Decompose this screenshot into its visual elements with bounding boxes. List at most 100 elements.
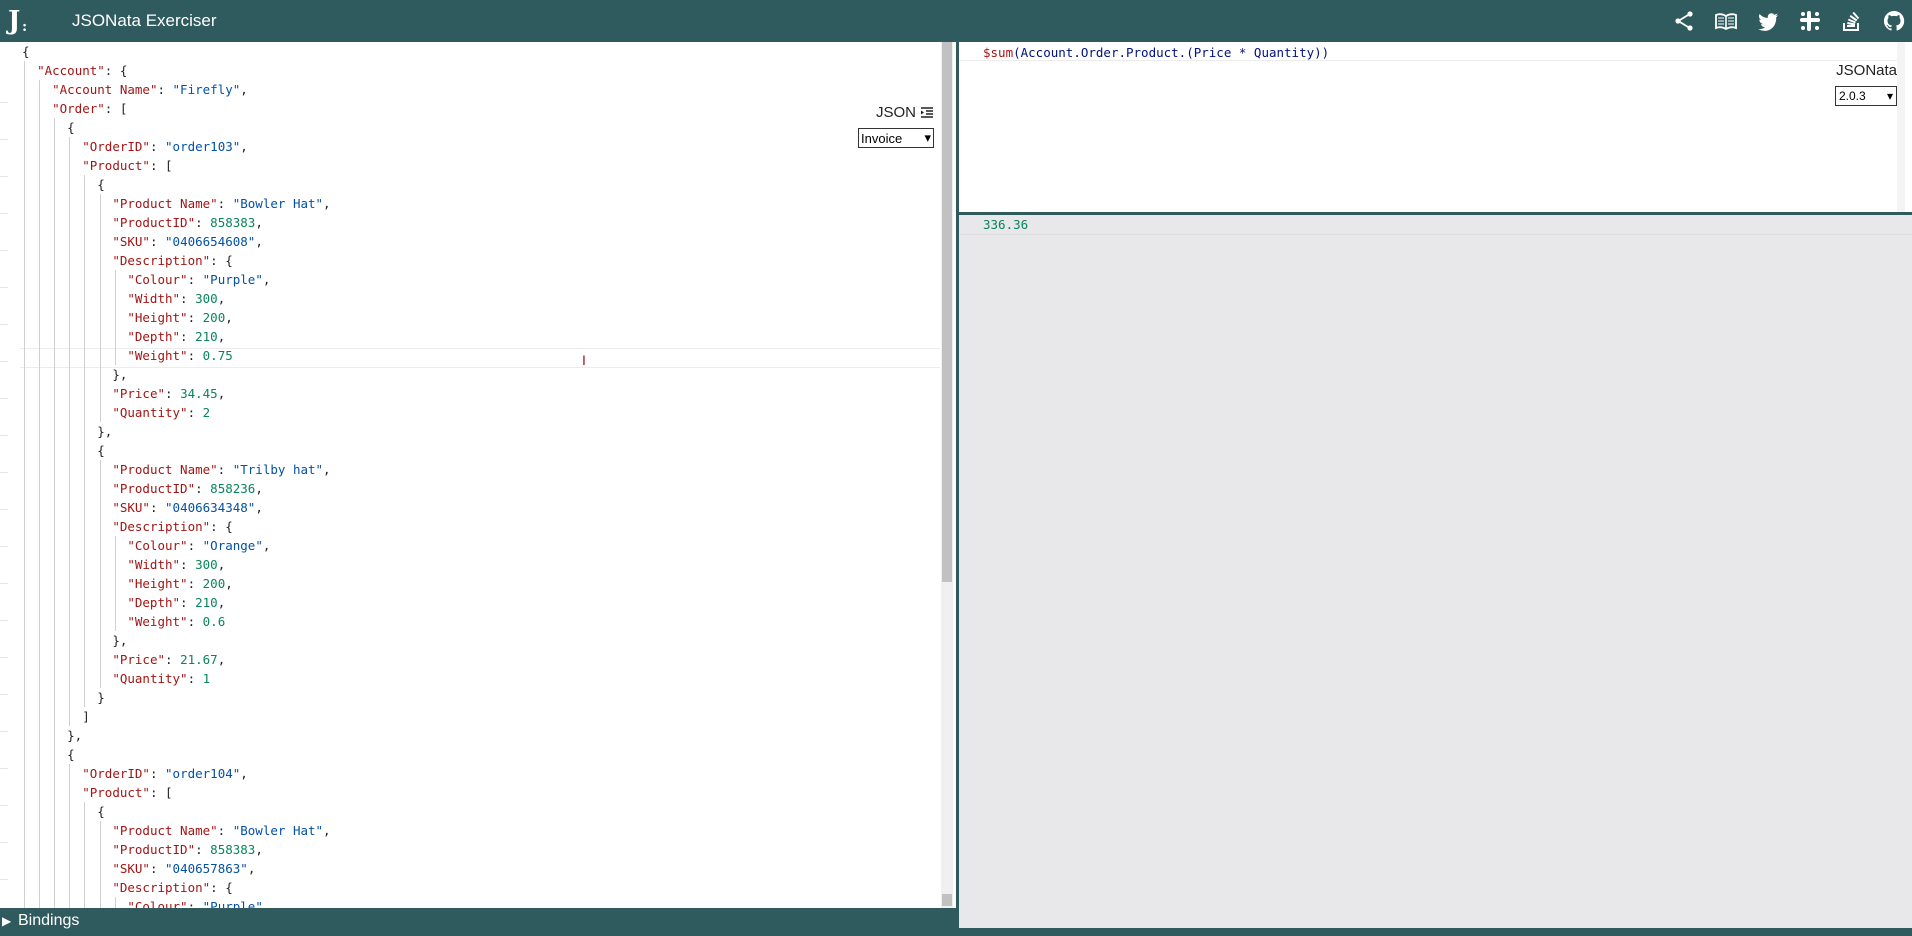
expression-function: $sum [983, 45, 1014, 60]
code-line[interactable]: "OrderID": "order104", [22, 764, 331, 783]
code-line[interactable]: }, [22, 365, 331, 384]
code-line[interactable]: { [22, 745, 331, 764]
gutter-tick [0, 805, 8, 806]
app-title: JSONata Exerciser [72, 11, 217, 30]
json-code[interactable]: { "Account": { "Account Name": "Firefly"… [22, 42, 331, 908]
json-editor-scrollbar[interactable] [941, 42, 953, 908]
code-line[interactable]: "ProductID": 858383, [22, 840, 331, 859]
scrollbar-thumb[interactable] [942, 42, 952, 582]
code-line[interactable]: "Weight": 0.75 [22, 346, 331, 365]
code-line[interactable]: }, [22, 631, 331, 650]
code-line[interactable]: "Product Name": "Bowler Hat", [22, 821, 330, 840]
code-line[interactable]: "Quantity": 1 [22, 669, 331, 688]
gutter-tick [0, 694, 8, 695]
code-line[interactable]: { [22, 441, 331, 460]
github-icon[interactable] [1882, 9, 1906, 33]
gutter-tick [0, 546, 8, 547]
gutter-tick [0, 620, 8, 621]
sample-data-select[interactable]: Invoice ▾ [858, 128, 934, 148]
bottom-strip [959, 928, 1912, 936]
format-icon[interactable] [920, 106, 934, 120]
code-line[interactable]: "Price": 34.45, [22, 384, 331, 403]
code-line[interactable]: "Width": 300, [22, 555, 331, 574]
code-line[interactable]: "ProductID": 858236, [22, 479, 331, 498]
code-line[interactable]: "Width": 300, [22, 289, 331, 308]
gutter-tick [0, 768, 8, 769]
version-select[interactable]: 2.0.3 ▾ [1835, 86, 1897, 106]
share-icon[interactable] [1672, 9, 1696, 33]
code-line[interactable]: "Depth": 210, [22, 593, 331, 612]
scrollbar-arrow[interactable] [942, 894, 952, 906]
code-line[interactable]: "Price": 21.67, [22, 650, 331, 669]
book-icon[interactable] [1714, 9, 1738, 33]
code-line[interactable]: { [22, 118, 331, 137]
jsonata-label: JSONata [1836, 62, 1897, 79]
code-line[interactable]: "Account": { [22, 61, 331, 80]
expression-body: (Account.Order.Product.(Price * Quantity… [1013, 45, 1330, 60]
code-line[interactable]: } [22, 688, 331, 707]
code-line[interactable]: "Height": 200, [22, 308, 331, 327]
code-line[interactable]: "Order": [ [22, 99, 331, 118]
json-label-text: JSON [875, 104, 916, 121]
triangle-right-icon: ▶ [2, 914, 12, 928]
code-line[interactable]: "Product": [ [22, 783, 331, 802]
bindings-toggle[interactable]: ▶ Bindings [0, 908, 956, 936]
chevron-down-icon: ▾ [1886, 89, 1893, 103]
gutter-tick [0, 731, 8, 732]
gutter-tick [0, 583, 8, 584]
header-icons [1672, 9, 1906, 33]
result-panel: 336.36 [959, 215, 1912, 928]
code-line[interactable]: "Height": 200, [22, 574, 331, 593]
code-line[interactable]: "Description": { [22, 251, 331, 270]
code-line[interactable]: }, [22, 422, 331, 441]
code-line[interactable]: { [22, 802, 331, 821]
code-line[interactable]: "SKU": "0406634348", [22, 498, 331, 517]
code-line[interactable]: "Colour": "Purple", [22, 270, 331, 289]
gutter-tick [0, 250, 8, 251]
code-line[interactable]: ] [22, 707, 331, 726]
jsonata-logo[interactable]: J: [8, 6, 30, 36]
gutter-tick [0, 435, 8, 436]
gutter-tick [0, 102, 8, 103]
code-line[interactable]: "Colour": "Orange", [22, 536, 331, 555]
code-line[interactable]: "Description": { [22, 878, 331, 897]
jsonata-expression-editor[interactable]: $sum(Account.Order.Product.(Price * Quan… [959, 42, 1905, 212]
gutter-tick [0, 657, 8, 658]
code-line[interactable]: { [22, 42, 331, 61]
code-line[interactable]: "OrderID": "order103", [22, 137, 331, 156]
version-selected-value: 2.0.3 [1839, 89, 1866, 103]
editor-gutter [0, 42, 12, 908]
code-line[interactable]: "ProductID": 858383, [22, 213, 331, 232]
json-format-label[interactable]: JSON [876, 104, 934, 121]
code-line[interactable]: "Product Name": "Trilby hat", [22, 460, 330, 479]
code-line[interactable]: "SKU": "0406654608", [22, 232, 331, 251]
logo-colon: : [22, 19, 28, 35]
gutter-tick [0, 139, 8, 140]
json-input-editor[interactable]: { "Account": { "Account Name": "Firefly"… [0, 42, 956, 908]
logo-letter: J [8, 6, 21, 36]
chevron-down-icon: ▾ [924, 130, 931, 145]
text-cursor: I [582, 352, 586, 368]
stackoverflow-icon[interactable] [1840, 9, 1864, 33]
twitter-icon[interactable] [1756, 9, 1780, 33]
code-line[interactable]: "Weight": 0.6 [22, 612, 331, 631]
code-line[interactable]: "Quantity": 2 [22, 403, 331, 422]
top-bar: J: JSONata Exerciser [0, 0, 1912, 42]
expression-line [959, 60, 1905, 61]
gutter-tick [0, 842, 8, 843]
gutter-tick [0, 176, 8, 177]
gutter-tick [0, 324, 8, 325]
code-line[interactable]: "Description": { [22, 517, 331, 536]
code-line[interactable]: "Account Name": "Firefly", [22, 80, 331, 99]
code-line[interactable]: { [22, 175, 331, 194]
code-line[interactable]: "Product": [ [22, 156, 331, 175]
code-line[interactable]: "Colour": "Purple", [22, 897, 331, 908]
result-line [959, 234, 1912, 235]
code-line[interactable]: "Product Name": "Bowler Hat", [22, 194, 330, 213]
gutter-tick [0, 213, 8, 214]
code-line[interactable]: }, [22, 726, 331, 745]
code-line[interactable]: "SKU": "040657863", [22, 859, 331, 878]
expression-scrollbar[interactable] [1897, 42, 1905, 212]
slack-icon[interactable] [1798, 9, 1822, 33]
code-line[interactable]: "Depth": 210, [22, 327, 331, 346]
